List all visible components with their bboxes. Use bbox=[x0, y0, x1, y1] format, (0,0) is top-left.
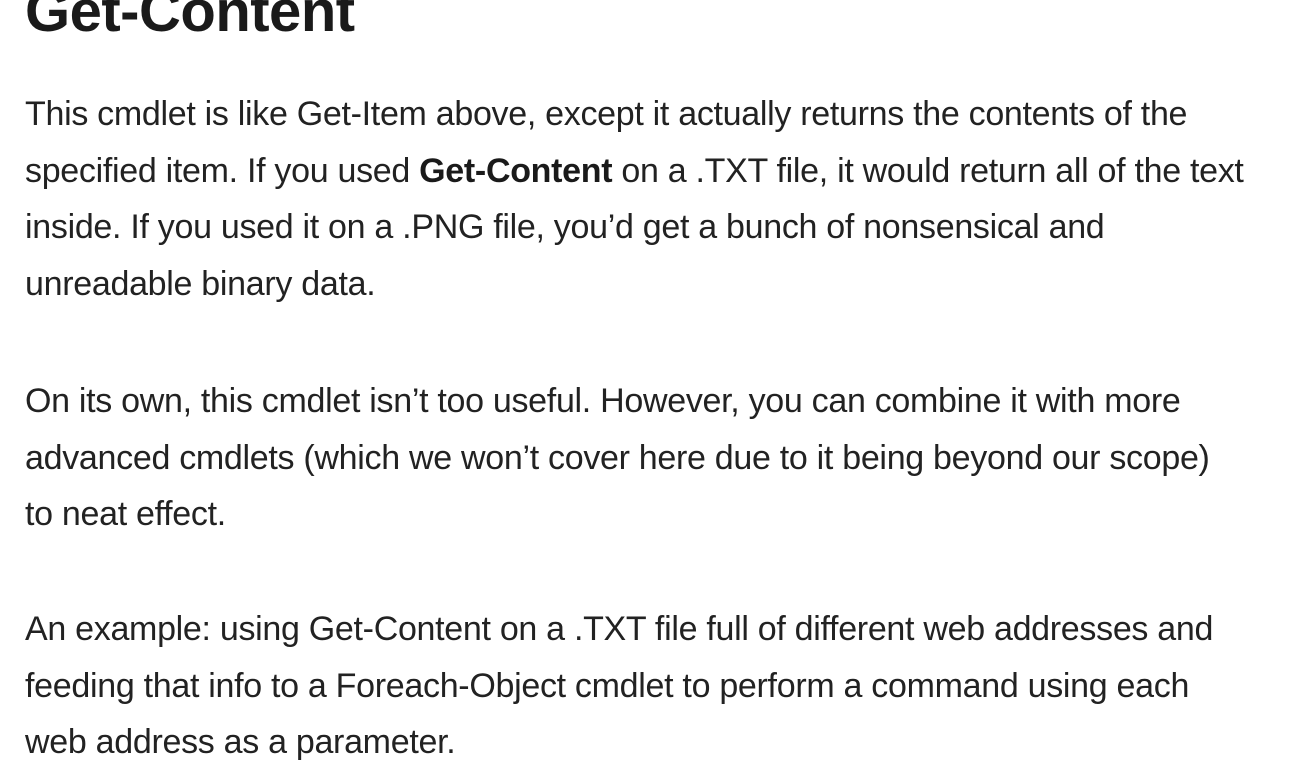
paragraph-example: An example: using Get-Content on a .TXT … bbox=[25, 601, 1213, 771]
cmdlet-name-bold: Get-Content bbox=[419, 151, 613, 190]
line-text: on a .TXT file, it would return all of t… bbox=[612, 151, 1244, 190]
paragraph-intro: This cmdlet is like Get-Item above, exce… bbox=[25, 86, 1244, 312]
paragraph-line: to neat effect. bbox=[25, 495, 226, 533]
paragraph-line: feeding that info to a Foreach-Object cm… bbox=[25, 666, 1190, 705]
paragraph-line: An example: using Get-Content on a .TXT … bbox=[25, 610, 1214, 648]
paragraph-line: unreadable binary data. bbox=[25, 264, 376, 303]
paragraph-line: On its own, this cmdlet isn’t too useful… bbox=[25, 382, 1181, 420]
line-text: specified item. If you used bbox=[25, 151, 420, 190]
paragraph-line: inside. If you used it on a .PNG file, y… bbox=[25, 208, 1105, 246]
paragraph-usefulness: On its own, this cmdlet isn’t too useful… bbox=[25, 373, 1210, 543]
paragraph-line: advanced cmdlets (which we won’t cover h… bbox=[25, 438, 1210, 477]
paragraph-line: web address as a parameter. bbox=[25, 723, 456, 761]
section-heading: Get-Content bbox=[25, 0, 355, 44]
paragraph-line: This cmdlet is like Get-Item above, exce… bbox=[25, 95, 1188, 133]
paragraph-line: specified item. If you used Get-Content … bbox=[25, 143, 1244, 200]
